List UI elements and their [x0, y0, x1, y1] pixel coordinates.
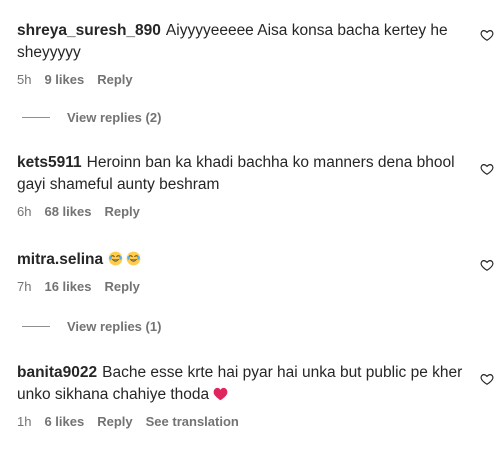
red-heart-emoji-icon [213, 387, 228, 401]
comment-username[interactable]: kets5911 [17, 154, 82, 171]
comment-likes[interactable]: 16 likes [44, 279, 91, 294]
comment-likes[interactable]: 6 likes [44, 414, 84, 429]
replies-divider-line [22, 117, 50, 118]
like-heart-icon[interactable] [480, 258, 494, 272]
view-replies-label[interactable]: View replies (1) [67, 319, 161, 334]
reply-button[interactable]: Reply [97, 72, 132, 87]
replies-divider-line [22, 326, 50, 327]
view-replies-button[interactable]: View replies (2) [22, 110, 161, 125]
comment-likes[interactable]: 9 likes [44, 72, 84, 87]
comment-body: banita9022 Bache esse krte hai pyar hai u… [17, 362, 472, 406]
comment-text: Heroinn ban ka khadi bachha ko manners d… [17, 154, 455, 193]
comment-likes[interactable]: 68 likes [44, 204, 91, 219]
view-replies-label[interactable]: View replies (2) [67, 110, 161, 125]
like-heart-icon[interactable] [480, 28, 494, 42]
reply-button[interactable]: Reply [104, 204, 139, 219]
comment-time: 5h [17, 72, 32, 87]
comment-username[interactable]: shreya_suresh_890 [17, 22, 161, 39]
comment-username[interactable]: banita9022 [17, 364, 97, 381]
reply-button[interactable]: Reply [97, 414, 132, 429]
comment-time: 1h [17, 414, 32, 429]
comment-body: mitra.selina [17, 249, 472, 271]
comment-item: kets5911 Heroinn ban ka khadi bachha ko m… [17, 152, 472, 220]
comment-item: shreya_suresh_890 Aiyyyyeeeee Aisa konsa … [17, 20, 472, 88]
view-replies-button[interactable]: View replies (1) [22, 319, 161, 334]
comment-body: shreya_suresh_890 Aiyyyyeeeee Aisa konsa … [17, 20, 472, 64]
comment-username[interactable]: mitra.selina [17, 251, 103, 268]
comment-meta: 6h 68 likes Reply [17, 204, 472, 220]
comment-item: mitra.selina 7h 16 likes Reply [17, 249, 472, 295]
like-heart-icon[interactable] [480, 162, 494, 176]
comment-body: kets5911 Heroinn ban ka khadi bachha ko m… [17, 152, 472, 196]
like-heart-icon[interactable] [480, 372, 494, 386]
comment-meta: 1h 6 likes Reply See translation [17, 414, 472, 430]
laughing-emoji-icon [108, 251, 123, 266]
comment-time: 7h [17, 279, 32, 294]
comment-item: banita9022 Bache esse krte hai pyar hai u… [17, 362, 472, 430]
see-translation-button[interactable]: See translation [146, 414, 239, 429]
laughing-emoji-icon [126, 251, 141, 266]
comment-meta: 5h 9 likes Reply [17, 72, 472, 88]
reply-button[interactable]: Reply [104, 279, 139, 294]
comment-time: 6h [17, 204, 32, 219]
comment-meta: 7h 16 likes Reply [17, 279, 472, 295]
